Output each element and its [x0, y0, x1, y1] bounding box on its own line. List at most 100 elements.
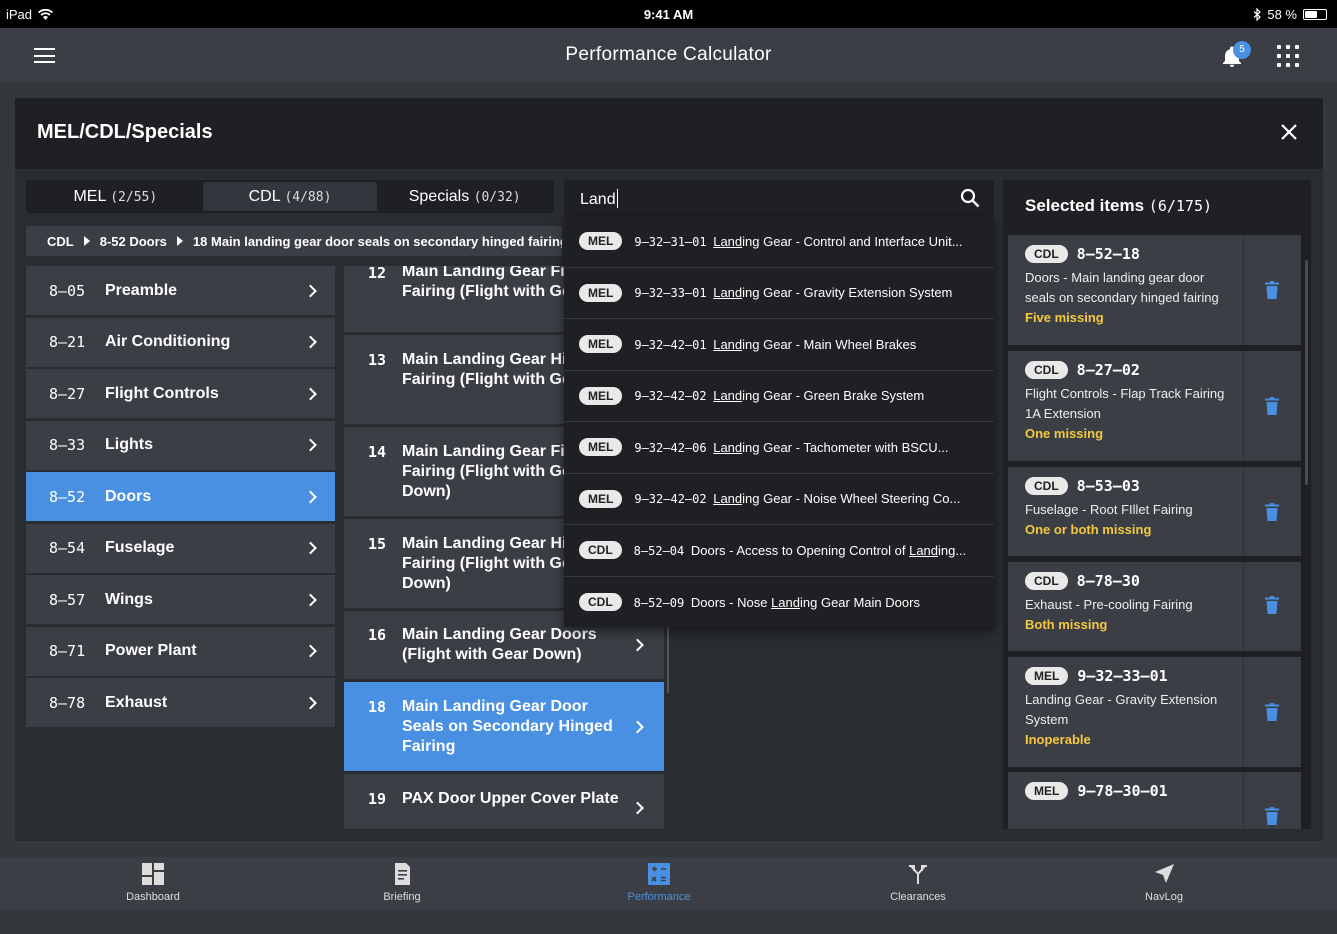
type-badge: CDL: [1025, 572, 1068, 590]
search-result-item[interactable]: MEL 9–32–42–02 Landing Gear - Green Brake…: [564, 371, 994, 422]
category-tabs: MEL (2/55) CDL (4/88) Specials (0/32): [26, 180, 554, 213]
breadcrumb-item: 18 Main landing gear door seals on secon…: [192, 233, 562, 249]
apps-grid-icon[interactable]: [1277, 45, 1299, 67]
breadcrumb-separator-icon: [176, 236, 183, 246]
type-badge: CDL: [579, 541, 622, 560]
bottom-tab-bar: Dashboard Briefing Performance Clearance…: [0, 857, 1337, 910]
type-badge: CDL: [1025, 477, 1068, 495]
chevron-right-icon: [304, 387, 317, 400]
status-time: 9:41 AM: [643, 7, 694, 22]
selected-items-title: Selected items (6/175): [1025, 196, 1213, 215]
trash-icon[interactable]: [1265, 503, 1279, 521]
chapter-item[interactable]: 8–21 Air Conditioning: [26, 317, 335, 367]
calculator-icon: [648, 863, 670, 885]
chapter-item[interactable]: 8–78 Exhaust: [26, 678, 335, 727]
search-result-item[interactable]: MEL 9–32–31–01 Landing Gear - Control and…: [564, 216, 994, 268]
chapter-item-selected[interactable]: 8–52 Doors: [26, 472, 335, 521]
chevron-right-icon: [304, 541, 317, 555]
search-result-item[interactable]: CDL 8–52–04 Doors - Access to Opening Con…: [564, 525, 994, 577]
breadcrumb-separator-icon: [83, 236, 90, 246]
chapter-item[interactable]: 8–27 Flight Controls: [26, 369, 335, 418]
search-result-item[interactable]: MEL 9–32–33–01 Landing Gear - Gravity Ext…: [564, 268, 994, 319]
chapter-item[interactable]: 8–05 Preamble: [26, 266, 335, 315]
selected-item-card[interactable]: CDL 8–52–18 Doors - Main landing gear doo…: [1008, 235, 1301, 345]
modal-title: MEL/CDL/Specials: [37, 121, 213, 143]
selected-item-card[interactable]: CDL 8–27–02 Flight Controls - Flap Track …: [1008, 351, 1301, 461]
tab-briefing[interactable]: Briefing: [327, 857, 477, 910]
chevron-right-icon: [304, 335, 317, 349]
tab-performance[interactable]: Performance: [584, 857, 734, 910]
type-badge: MEL: [1025, 667, 1069, 685]
home-indicator-area: [0, 910, 1337, 934]
search-result-item[interactable]: MEL 9–32–42–01 Landing Gear - Main Wheel …: [564, 319, 994, 371]
chevron-right-icon: [631, 801, 644, 815]
tab-clearances[interactable]: Clearances: [843, 857, 993, 910]
status-text: Inoperable: [1025, 732, 1091, 747]
bluetooth-icon: [1253, 8, 1262, 21]
chapter-item[interactable]: 8–71 Power Plant: [26, 626, 335, 676]
tab-navlog[interactable]: NavLog: [1089, 857, 1239, 910]
scrollbar[interactable]: [667, 618, 669, 693]
search-result-item[interactable]: MEL 9–32–42–02 Landing Gear - Noise Wheel…: [564, 474, 994, 525]
breadcrumb-item[interactable]: CDL: [47, 234, 74, 249]
chapter-item[interactable]: 8–57 Wings: [26, 575, 335, 624]
app-header: Performance Calculator 5: [0, 28, 1337, 82]
clearances-icon: [909, 865, 927, 884]
chevron-right-icon: [304, 696, 317, 709]
trash-icon[interactable]: [1265, 281, 1279, 299]
chevron-right-icon: [304, 284, 317, 297]
type-badge: MEL: [1025, 782, 1069, 800]
battery-icon: [1303, 9, 1327, 20]
item-row[interactable]: 19 PAX Door Upper Cover Plate: [344, 774, 664, 829]
selected-items-panel: Selected items (6/175) CDL 8–52–18 Doors …: [1003, 180, 1311, 829]
trash-icon[interactable]: [1265, 703, 1279, 721]
selected-item-card[interactable]: CDL 8–53–03 Fuselage - Root FIllet Fairin…: [1008, 467, 1301, 556]
status-text: Both missing: [1025, 617, 1108, 632]
search-result-item[interactable]: MEL 9–32–42–06 Landing Gear - Tachometer …: [564, 422, 994, 474]
chevron-right-icon: [304, 644, 317, 658]
chapter-item[interactable]: 8–54 Fuselage: [26, 523, 335, 573]
chapter-item[interactable]: 8–33 Lights: [26, 420, 335, 470]
navigation-arrow-icon: [1155, 864, 1174, 883]
text-caret: [616, 189, 618, 208]
battery-percent: 58 %: [1267, 7, 1297, 22]
search-result-item[interactable]: CDL 8–52–09 Doors - Nose Landing Gear Mai…: [564, 577, 994, 629]
type-badge: MEL: [579, 283, 623, 302]
chevron-right-icon: [631, 638, 644, 652]
search-results-dropdown: MEL 9–32–31–01 Landing Gear - Control and…: [564, 216, 994, 627]
search-icon[interactable]: [960, 188, 980, 208]
trash-icon[interactable]: [1265, 807, 1279, 825]
trash-icon[interactable]: [1265, 397, 1279, 415]
type-badge: MEL: [579, 386, 623, 405]
dashboard-icon: [142, 863, 164, 885]
tab-mel[interactable]: MEL (2/55): [28, 182, 203, 211]
chevron-right-icon: [304, 490, 317, 503]
tab-specials[interactable]: Specials (0/32): [377, 182, 552, 211]
type-badge: CDL: [1025, 245, 1068, 263]
status-text: One missing: [1025, 426, 1104, 441]
search-field[interactable]: Land: [564, 180, 994, 216]
modal-header: MEL/CDL/Specials: [15, 98, 1323, 169]
chevron-right-icon: [631, 720, 644, 733]
mel-cdl-modal: MEL/CDL/Specials MEL (2/55) CDL (4/88) S…: [15, 98, 1323, 841]
status-text: One or both missing: [1025, 522, 1152, 537]
type-badge: MEL: [579, 438, 623, 457]
chapter-list: 8–05 Preamble 8–21 Air Conditioning 8–27 Fl…: [26, 266, 335, 730]
tab-dashboard[interactable]: Dashboard: [78, 857, 228, 910]
chevron-right-icon: [304, 438, 317, 452]
close-icon[interactable]: [1277, 120, 1301, 144]
scrollbar[interactable]: [1305, 260, 1308, 485]
selected-item-card[interactable]: MEL 9–32–33–01 Landing Gear - Gravity Ext…: [1008, 657, 1301, 767]
trash-icon[interactable]: [1265, 596, 1279, 614]
page-title: Performance Calculator: [565, 44, 772, 65]
briefing-icon: [395, 863, 410, 885]
selected-item-card[interactable]: MEL 9–78–30–01: [1008, 772, 1301, 829]
item-row-selected[interactable]: 18 Main Landing Gear Door Seals on Second…: [344, 682, 664, 771]
search-input[interactable]: Land: [580, 191, 616, 208]
selected-item-card[interactable]: CDL 8–78–30 Exhaust - Pre-cooling Fairing…: [1008, 562, 1301, 651]
type-badge: CDL: [579, 593, 622, 612]
tab-cdl[interactable]: CDL (4/88): [202, 182, 378, 211]
type-badge: MEL: [579, 232, 623, 251]
notification-badge: 5: [1233, 41, 1251, 59]
breadcrumb-item[interactable]: 8-52 Doors: [100, 234, 167, 249]
